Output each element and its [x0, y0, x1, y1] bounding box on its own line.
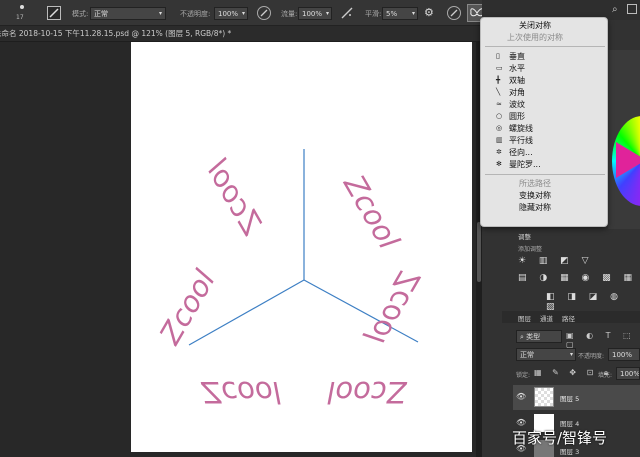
fill-field[interactable]: 100% — [616, 367, 640, 380]
brush-size-label: 17 — [16, 14, 24, 21]
dual-axis-icon: ╋ — [496, 76, 501, 84]
document-tab[interactable]: 未命名 2018-10-15 下午11.28.15.psd @ 121% (图层… — [0, 26, 480, 42]
menu-item-diagonal[interactable]: ╲ 对角 — [481, 87, 607, 98]
color-wheel[interactable] — [612, 116, 640, 206]
layer-thumbnail — [534, 387, 554, 407]
stroke-bottom-right: Zcool — [327, 375, 407, 409]
pressure-size-icon[interactable] — [447, 6, 461, 20]
brush-preset-picker[interactable]: 17 — [12, 4, 34, 24]
fill-label: 填充: — [598, 372, 613, 379]
layer-row-5[interactable]: 👁︎ 图层 5 — [513, 385, 640, 410]
opacity-field[interactable]: 100% ▾ — [214, 7, 248, 20]
symmetry-dropdown-menu: 关闭对称 上次使用的对称 ▯ 垂直 ▭ 水平 ╋ 双轴 ╲ 对角 ≈ 波纹 ○ 圆形 ◎ 螺旋… — [480, 17, 608, 227]
spiral-icon: ◎ — [496, 124, 503, 132]
layer-filter-select[interactable]: ⌕ 类型 — [516, 330, 562, 343]
radial-icon: ✲ — [496, 148, 502, 156]
color-picker-triangle[interactable] — [616, 142, 640, 178]
document-title: 未命名 2018-10-15 下午11.28.15.psd @ 121% (图层… — [0, 29, 232, 38]
diagonal-icon: ╲ — [496, 88, 501, 96]
mode-select[interactable]: 正常 ▾ — [90, 7, 166, 20]
brush-settings-icon[interactable] — [47, 6, 61, 20]
menu-item-transform-symmetry[interactable]: 变换对称 — [481, 190, 607, 201]
layer-opacity-label: 不透明度: — [578, 353, 605, 360]
artwork-svg: Zcool Zcool Zcool Zcool Zcool Zcool — [152, 149, 427, 409]
airbrush-icon[interactable] — [340, 6, 354, 20]
opacity-label: 不透明度: — [180, 10, 211, 18]
menu-item-spiral[interactable]: ◎ 螺旋线 — [481, 123, 607, 134]
mandala-icon: ✻ — [496, 160, 502, 168]
search-icon[interactable]: ⌕ — [612, 4, 618, 15]
menu-item-hide-symmetry[interactable]: 隐藏对称 — [481, 202, 607, 213]
smoothing-field[interactable]: 5% ▾ — [382, 7, 418, 20]
eye-icon[interactable]: 👁︎ — [516, 418, 526, 427]
parallel-lines-icon: ▥ — [496, 136, 503, 144]
chevron-down-icon: ▾ — [411, 10, 415, 17]
adjustment-icons-row-2: ▤ ◑ ▦ ◉ ▩ ▦ — [518, 273, 638, 283]
stroke-right: Zcool — [358, 263, 428, 350]
tab-layers[interactable]: 图层 — [518, 313, 531, 324]
menu-item-symmetry-off[interactable]: 关闭对称 — [481, 20, 607, 31]
layer-opacity-field[interactable]: 100% — [608, 348, 640, 361]
mode-label: 模式: — [72, 10, 89, 18]
eye-icon[interactable]: 👁︎ — [516, 392, 526, 401]
horizontal-symmetry-icon: ▭ — [496, 64, 503, 72]
adjustments-subtitle: 添加调整 — [518, 246, 543, 253]
brush-dot-icon — [20, 5, 24, 9]
chevron-down-icon: ▾ — [158, 10, 162, 17]
adjustments-panel: 调整 添加调整 ☀ ▥ ◩ ▽ ▤ ◑ ▦ ◉ ▩ ▦ ◧ ◨ ◪ ◍ ▨ — [502, 229, 640, 312]
menu-item-vertical[interactable]: ▯ 垂直 — [481, 51, 607, 62]
chevron-down-icon: ▾ — [325, 10, 329, 17]
chevron-down-icon: ▾ — [569, 351, 573, 358]
smoothing-label: 平滑: — [365, 10, 382, 18]
layer-name: 图层 5 — [560, 395, 580, 403]
stroke-bottom-left: Zcool — [200, 375, 280, 409]
search-icon: ⌕ — [520, 333, 524, 341]
canvas-area[interactable]: Zcool Zcool Zcool Zcool Zcool Zcool — [0, 42, 476, 457]
tab-channels[interactable]: 通道 — [540, 313, 553, 324]
menu-item-circle[interactable]: ○ 圆形 — [481, 111, 607, 122]
document-canvas[interactable]: Zcool Zcool Zcool Zcool Zcool Zcool — [131, 42, 472, 452]
layers-tabs: 图层 通道 路径 — [502, 311, 640, 323]
chevron-down-icon: ▾ — [241, 10, 245, 17]
lock-label: 锁定: — [516, 372, 531, 379]
watermark: 百家号/智锋号 — [512, 429, 608, 447]
wave-icon: ≈ — [496, 100, 502, 108]
menu-item-last-used: 上次使用的对称 — [507, 33, 563, 42]
adjustment-icons-row-1: ☀ ▥ ◩ ▽ — [518, 256, 594, 266]
circle-icon: ○ — [496, 112, 503, 120]
layer-filter-icons: ▣ ◐ T ⬚ ▢ — [566, 331, 636, 349]
brush-strokes: Zcool Zcool Zcool Zcool Zcool Zcool — [152, 154, 427, 409]
pressure-opacity-icon[interactable] — [257, 6, 271, 20]
menu-item-radial[interactable]: ✲ 径向... — [481, 147, 607, 158]
menu-item-selected-path: 所选路径 — [519, 179, 551, 188]
blend-mode-select[interactable]: 正常 ▾ — [516, 348, 576, 361]
workspace-icon[interactable] — [627, 4, 637, 14]
flow-label: 流量: — [281, 10, 298, 18]
menu-divider — [485, 46, 605, 47]
menu-item-mandala[interactable]: ✻ 曼陀罗... — [481, 159, 607, 170]
menu-item-horizontal[interactable]: ▭ 水平 — [481, 63, 607, 74]
scrollbar-thumb[interactable] — [477, 222, 481, 282]
stroke-upper-right: Zcool — [337, 168, 407, 255]
menu-item-dual-axis[interactable]: ╋ 双轴 — [481, 75, 607, 86]
menu-item-wavy[interactable]: ≈ 波纹 — [481, 99, 607, 110]
gear-icon[interactable]: ⚙ — [424, 7, 436, 19]
menu-item-parallel-lines[interactable]: ▥ 平行线 — [481, 135, 607, 146]
adjustments-tab[interactable]: 调整 — [518, 231, 531, 242]
flow-field[interactable]: 100% ▾ — [298, 7, 332, 20]
stroke-left: Zcool — [152, 264, 222, 351]
vertical-symmetry-icon: ▯ — [496, 52, 500, 60]
menu-divider — [485, 174, 605, 175]
color-panel[interactable] — [608, 50, 640, 230]
stroke-upper-left: Zcool — [200, 154, 270, 241]
tab-paths[interactable]: 路径 — [562, 313, 575, 324]
adjustment-icons-row-3: ◧ ◨ ◪ ◍ ▨ — [546, 292, 623, 312]
